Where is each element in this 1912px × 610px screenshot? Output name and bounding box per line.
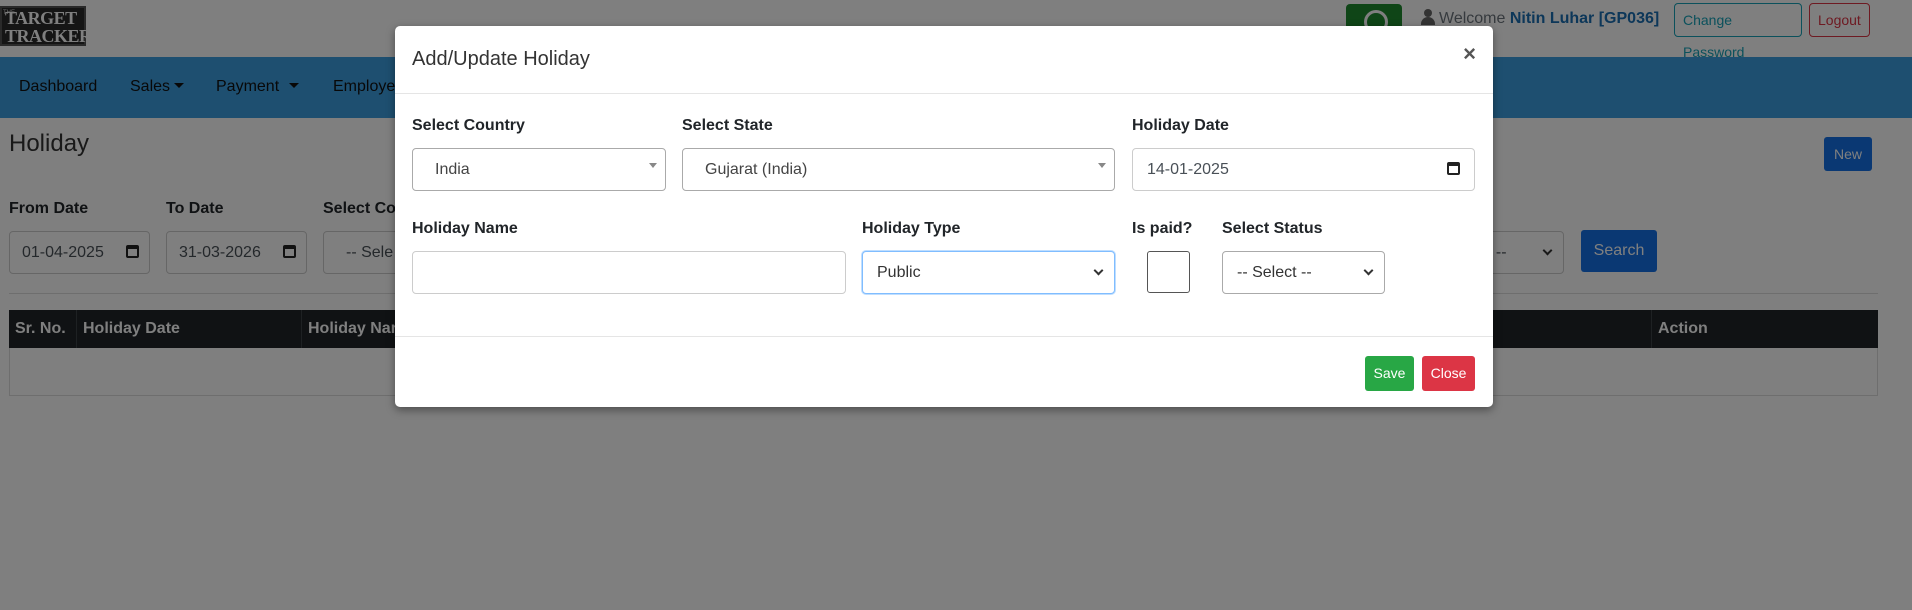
state-select[interactable]: Gujarat (India) [682,148,1115,191]
chevron-down-icon [1093,265,1104,276]
is-paid-label: Is paid? [1132,220,1193,237]
holiday-date-label: Holiday Date [1132,117,1229,134]
modal-header: Add/Update Holiday × [395,26,1493,94]
modal-title: Add/Update Holiday [412,48,590,70]
state-label: Select State [682,117,773,134]
status-label: Select Status [1222,220,1323,237]
status-value: -- Select -- [1237,264,1312,281]
country-select[interactable]: India [412,148,666,191]
holiday-modal: Add/Update Holiday × Select Country Indi… [395,26,1493,407]
modal-footer-divider [395,336,1493,337]
holiday-type-select[interactable]: Public [862,251,1115,294]
state-value: Gujarat (India) [705,161,808,178]
holiday-type-label: Holiday Type [862,220,961,237]
close-icon[interactable]: × [1463,43,1476,65]
holiday-name-label: Holiday Name [412,220,518,237]
chevron-down-icon [1363,265,1374,276]
holiday-date-input[interactable]: 14-01-2025 [1132,148,1475,191]
status-select[interactable]: -- Select -- [1222,251,1385,294]
holiday-type-value: Public [877,264,921,281]
country-label: Select Country [412,117,525,134]
calendar-icon[interactable] [1447,162,1460,175]
is-paid-checkbox[interactable] [1147,251,1190,293]
country-value: India [435,161,470,178]
close-button[interactable]: Close [1422,356,1475,391]
chevron-down-icon [1098,163,1106,168]
save-button[interactable]: Save [1365,356,1414,391]
chevron-down-icon [649,163,657,168]
holiday-date-value: 14-01-2025 [1147,161,1229,178]
holiday-name-input[interactable] [412,251,846,294]
